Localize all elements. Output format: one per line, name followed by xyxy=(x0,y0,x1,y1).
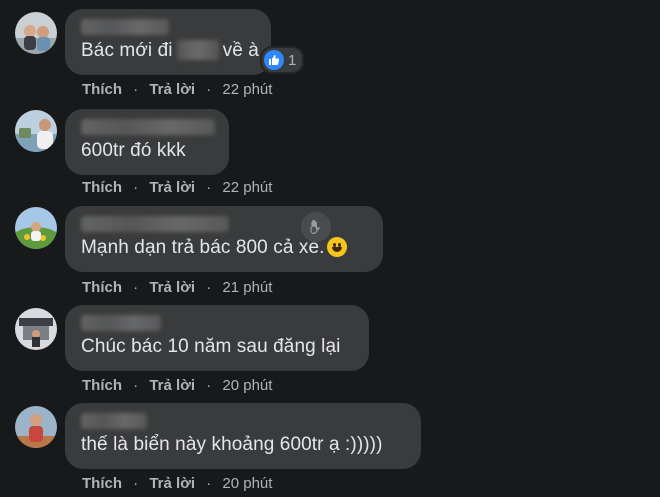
comment-bubble: Chúc bác 10 năm sau đăng lại xyxy=(65,305,369,371)
comment-text: Bác mới đi về à xyxy=(81,40,259,61)
comment-actions: Thích · Trả lời · 22 phút xyxy=(82,179,273,196)
avatar[interactable] xyxy=(15,12,57,54)
commenter-name[interactable] xyxy=(81,19,169,35)
comment-bubble: 600tr đó kkk xyxy=(65,109,229,175)
comment-bubble: thế là biển này khoảng 600tr ạ :))))) xyxy=(65,403,421,469)
reply-link[interactable]: Trả lời xyxy=(149,377,195,394)
like-link[interactable]: Thích xyxy=(82,475,122,492)
reply-link[interactable]: Trả lời xyxy=(149,179,195,196)
grinning-face-emoji xyxy=(326,237,347,257)
timestamp[interactable]: 20 phút xyxy=(222,377,272,394)
comment-bubble: Mạnh dạn trả bác 800 cả xe. xyxy=(65,206,383,272)
comment-actions: Thích · Trả lời · 20 phút xyxy=(82,377,273,394)
reaction-summary[interactable]: 1 xyxy=(260,46,305,74)
comment-text: thế là biển này khoảng 600tr ạ :))))) xyxy=(81,434,383,455)
like-link[interactable]: Thích xyxy=(82,81,122,98)
reaction-count: 1 xyxy=(288,51,297,69)
avatar[interactable] xyxy=(15,110,57,152)
like-link[interactable]: Thích xyxy=(82,377,122,394)
like-thumb-icon xyxy=(264,50,284,70)
comment-text: Chúc bác 10 năm sau đăng lại xyxy=(81,336,341,357)
comment-actions: Thích · Trả lời · 21 phút xyxy=(82,279,273,296)
comment-text: 600tr đó kkk xyxy=(81,140,186,161)
reply-link[interactable]: Trả lời xyxy=(149,81,195,98)
avatar[interactable] xyxy=(15,406,57,448)
comment-actions: Thích · Trả lời · 20 phút xyxy=(82,475,273,492)
commenter-name[interactable] xyxy=(81,119,215,135)
redacted-word xyxy=(176,40,219,60)
avatar[interactable] xyxy=(15,207,57,249)
commenter-name[interactable] xyxy=(81,216,229,232)
commenter-name[interactable] xyxy=(81,315,161,331)
comment-bubble: Bác mới đi về à xyxy=(65,9,271,75)
commenter-name[interactable] xyxy=(81,413,147,429)
reply-link[interactable]: Trả lời xyxy=(149,279,195,296)
comment-text: Mạnh dạn trả bác 800 cả xe. xyxy=(81,237,347,259)
timestamp[interactable]: 20 phút xyxy=(222,475,272,492)
timestamp[interactable]: 22 phút xyxy=(222,81,272,98)
timestamp[interactable]: 21 phút xyxy=(222,279,272,296)
like-link[interactable]: Thích xyxy=(82,279,122,296)
timestamp[interactable]: 22 phút xyxy=(222,179,272,196)
reply-link[interactable]: Trả lời xyxy=(149,475,195,492)
avatar[interactable] xyxy=(15,308,57,350)
like-link[interactable]: Thích xyxy=(82,179,122,196)
comment-actions: Thích · Trả lời · 22 phút xyxy=(82,81,273,98)
